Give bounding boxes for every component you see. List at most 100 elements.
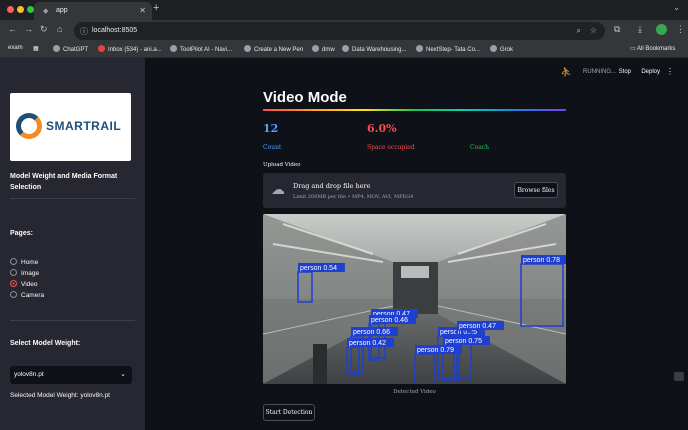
smartrail-logo: SMARTRAIL	[10, 93, 131, 161]
sidebar-expand-icon[interactable]	[674, 372, 684, 381]
browse-files-button[interactable]: Browse files	[514, 182, 558, 198]
radio-video[interactable]: Video	[10, 280, 38, 288]
reload-icon[interactable]: ↻	[40, 24, 48, 35]
start-detection-button[interactable]: Start Detection	[263, 404, 315, 421]
detection-label: person 0.46	[371, 317, 408, 324]
stop-button[interactable]: Stop	[619, 69, 631, 75]
space-value: 6.0%	[367, 122, 397, 135]
bookmark-star-icon[interactable]: ☆	[590, 26, 597, 35]
browser-tab[interactable]: ◆ app ✕	[34, 2, 152, 20]
bookmark-label: ChatGPT	[63, 47, 89, 53]
running-status: RUNNING...	[583, 69, 616, 75]
radio-image[interactable]: Image	[10, 269, 39, 277]
bookmark-item[interactable]: Data Warehousing...	[342, 45, 406, 53]
selected-model-text: Selected Model Weight: yolov8n.pt	[10, 392, 110, 399]
radio-label: Home	[21, 259, 39, 266]
radio-button[interactable]	[10, 258, 17, 265]
video-caption: Detected Video	[393, 389, 436, 395]
address-bar[interactable]: ⓘ localhost:8505 ⌕ ☆	[74, 22, 605, 40]
radio-label: Video	[21, 281, 38, 288]
bookmark-item[interactable]: Inbox (534) - ani.a...	[98, 45, 162, 53]
profile-avatar[interactable]	[656, 24, 667, 35]
globe-icon	[312, 45, 319, 52]
detection-rect	[346, 346, 360, 376]
file-dropzone[interactable]: ☁ Drag and drop file here Limit 200MB pe…	[263, 173, 566, 208]
detection-box: person 0.54	[297, 263, 345, 303]
detection-label: person 0.75	[445, 338, 482, 345]
site-info-icon[interactable]: ⓘ	[80, 26, 88, 37]
codepen-icon	[244, 45, 251, 52]
pages-heading: Pages:	[10, 230, 33, 237]
radio-button[interactable]	[10, 269, 17, 276]
gmail-icon	[98, 45, 105, 52]
bookmark-label: ToolPilot AI - Navi...	[180, 47, 233, 53]
detection-label: person 0.66	[353, 329, 390, 336]
bookmark-label: NextStep- Tata Co...	[426, 47, 480, 53]
detection-box: person 0.47	[456, 321, 504, 379]
bookmark-item[interactable]: Grok	[490, 45, 513, 53]
zoom-search-icon[interactable]: ⌕	[577, 26, 581, 36]
minimize-window-button[interactable]	[17, 6, 24, 13]
main-content: ⛹ RUNNING... Stop Deploy ⋮ Video Mode 12…	[145, 58, 688, 430]
detection-rect	[520, 263, 564, 327]
dropzone-title: Drag and drop file here	[293, 182, 371, 190]
detection-label: person 0.54	[300, 265, 337, 272]
bookmark-item[interactable]: Create a New Pen	[244, 45, 303, 53]
bookmark-item[interactable]: ToolPilot AI - Navi...	[170, 45, 232, 53]
bookmark-label: dmw	[322, 47, 335, 53]
zoom-window-button[interactable]	[27, 6, 34, 13]
detected-video[interactable]: person 0.54 person 0.78 person 0.47 person …	[263, 214, 566, 384]
running-man-icon: ⛹	[560, 67, 572, 77]
detection-overlay: person 0.54 person 0.78 person 0.47 person …	[297, 255, 566, 384]
count-label: Count	[263, 144, 282, 151]
space-label: Space occupied	[367, 144, 415, 151]
detection-label: person 0.79	[417, 347, 454, 354]
tab-search-icon[interactable]: ⌄	[673, 3, 680, 12]
bookmark-label: All Bookmarks	[637, 46, 676, 52]
chatgpt-icon	[53, 45, 60, 52]
coach-label: Coach	[470, 144, 490, 151]
back-icon[interactable]: ←	[8, 24, 17, 34]
main-menu-icon[interactable]: ⋮	[666, 67, 674, 76]
model-heading: Select Model Weight:	[10, 340, 81, 347]
close-window-button[interactable]	[7, 6, 14, 13]
radio-home[interactable]: Home	[10, 258, 38, 266]
browser-tab-strip: ◆ app ✕ + ⌄	[0, 0, 688, 20]
all-bookmarks[interactable]: ▭ All Bookmarks	[630, 45, 675, 52]
bookmark-item[interactable]: exam	[8, 45, 23, 51]
apps-grid-icon[interactable]: ▦	[33, 45, 39, 52]
warehouse-icon	[342, 45, 349, 52]
bookmark-item[interactable]: NextStep- Tata Co...	[416, 45, 480, 53]
detection-rect	[414, 353, 436, 384]
chevron-down-icon[interactable]: ⌄	[120, 370, 126, 378]
dropzone-limits: Limit 200MB per file • MP4, MOV, AVI, MP…	[293, 194, 414, 200]
upload-label: Upload Video	[263, 162, 301, 168]
tab-title: app	[56, 7, 68, 14]
deploy-button[interactable]: Deploy	[641, 69, 660, 75]
radio-camera[interactable]: Camera	[10, 291, 44, 299]
bookmark-item[interactable]: dmw	[312, 45, 335, 53]
bookmark-item[interactable]: ChatGPT	[53, 45, 88, 53]
divider	[10, 198, 135, 199]
title-divider	[263, 109, 566, 111]
radio-button-selected[interactable]	[10, 280, 17, 287]
model-weight-select[interactable]: yolov8n.pt ⌄	[10, 366, 132, 384]
bookmark-label: Create a New Pen	[254, 47, 304, 53]
download-icon[interactable]: ⤓	[638, 24, 642, 35]
forward-icon[interactable]: →	[24, 24, 33, 34]
new-tab-icon[interactable]: +	[153, 2, 159, 14]
bookmark-label: Inbox (534) - ani.a...	[108, 47, 162, 53]
extensions-icon[interactable]: ⧉	[614, 24, 620, 35]
detection-rect	[297, 271, 313, 303]
home-icon[interactable]: ⌂	[57, 24, 62, 34]
browser-menu-icon[interactable]: ⋮	[676, 24, 685, 35]
radio-label: Image	[21, 270, 40, 277]
radio-button[interactable]	[10, 291, 17, 298]
url-text: localhost:8505	[92, 27, 138, 34]
sidebar: SMARTRAIL Model Weight and Media Format …	[0, 58, 145, 430]
toolpilot-icon	[170, 45, 177, 52]
streamlit-icon: ◆	[43, 8, 49, 15]
close-tab-icon[interactable]: ✕	[139, 6, 146, 15]
detection-box: person 0.75	[442, 336, 490, 382]
detection-box: person 0.66	[350, 327, 398, 373]
